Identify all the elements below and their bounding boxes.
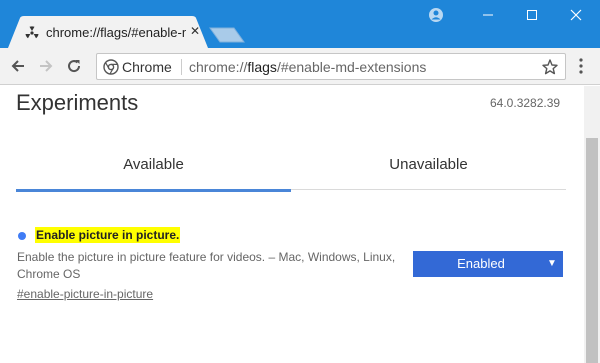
tab-unavailable-label: Unavailable: [389, 156, 468, 173]
origin-label: Chrome: [122, 59, 172, 75]
tab-title: chrome://flags/#enable-md-extensions: [46, 25, 186, 40]
title-bar: chrome://flags/#enable-md-extensions ✕: [0, 0, 600, 48]
reload-icon: [68, 60, 81, 73]
radiation-icon: [24, 25, 40, 41]
maximize-icon: [527, 10, 537, 20]
new-tab-button[interactable]: [208, 26, 246, 44]
reload-button[interactable]: [64, 56, 84, 76]
vertical-scrollbar[interactable]: [584, 86, 600, 363]
flag-description: Enable the picture in picture feature fo…: [17, 250, 396, 281]
back-arrow-icon: [11, 60, 24, 72]
back-button[interactable]: [8, 56, 28, 76]
browser-toolbar: Chrome chrome://flags/#enable-md-extensi…: [0, 48, 600, 85]
forward-arrow-icon: [40, 60, 53, 72]
url-path-strong: flags: [247, 59, 277, 75]
address-bar[interactable]: Chrome chrome://flags/#enable-md-extensi…: [96, 53, 566, 80]
menu-kebab-icon[interactable]: [578, 57, 584, 75]
tab-available-label: Available: [123, 156, 184, 173]
dropdown-arrow-icon: ▼: [547, 258, 557, 269]
flag-tabs: Available Unavailable: [16, 136, 566, 192]
url-text[interactable]: chrome://flags/#enable-md-extensions: [189, 59, 426, 75]
url-host: chrome://: [189, 59, 248, 75]
page-title: Experiments: [16, 90, 139, 115]
close-window-button[interactable]: [554, 0, 598, 30]
flag-bullet-icon: [18, 232, 26, 240]
flag-name: Enable picture in picture.: [35, 227, 181, 243]
minimize-icon: [483, 14, 493, 16]
flag-state-select[interactable]: Enabled ▼: [413, 251, 563, 277]
version-label: 64.0.3282.39: [490, 96, 561, 110]
minimize-button[interactable]: [466, 0, 510, 30]
omnibox-divider: [181, 59, 182, 75]
chrome-logo-icon: [103, 59, 119, 75]
scrollbar-thumb[interactable]: [586, 138, 598, 363]
forward-button[interactable]: [36, 56, 56, 76]
selected-tab-indicator: [16, 189, 291, 192]
url-rest: /#enable-md-extensions: [276, 59, 427, 75]
browser-tab[interactable]: chrome://flags/#enable-md-extensions ✕: [8, 16, 208, 48]
close-tab-icon[interactable]: ✕: [188, 24, 202, 38]
flag-permalink[interactable]: #enable-picture-in-picture: [17, 287, 153, 301]
profile-icon[interactable]: [428, 7, 444, 23]
bookmark-star-icon[interactable]: [541, 58, 559, 76]
tab-unavailable[interactable]: Unavailable: [291, 136, 566, 190]
flags-page: Experiments 64.0.3282.39 Available Unava…: [0, 86, 584, 363]
select-value: Enabled: [457, 256, 505, 271]
close-icon: [570, 9, 582, 21]
maximize-button[interactable]: [510, 0, 554, 30]
tab-available[interactable]: Available: [16, 136, 291, 192]
